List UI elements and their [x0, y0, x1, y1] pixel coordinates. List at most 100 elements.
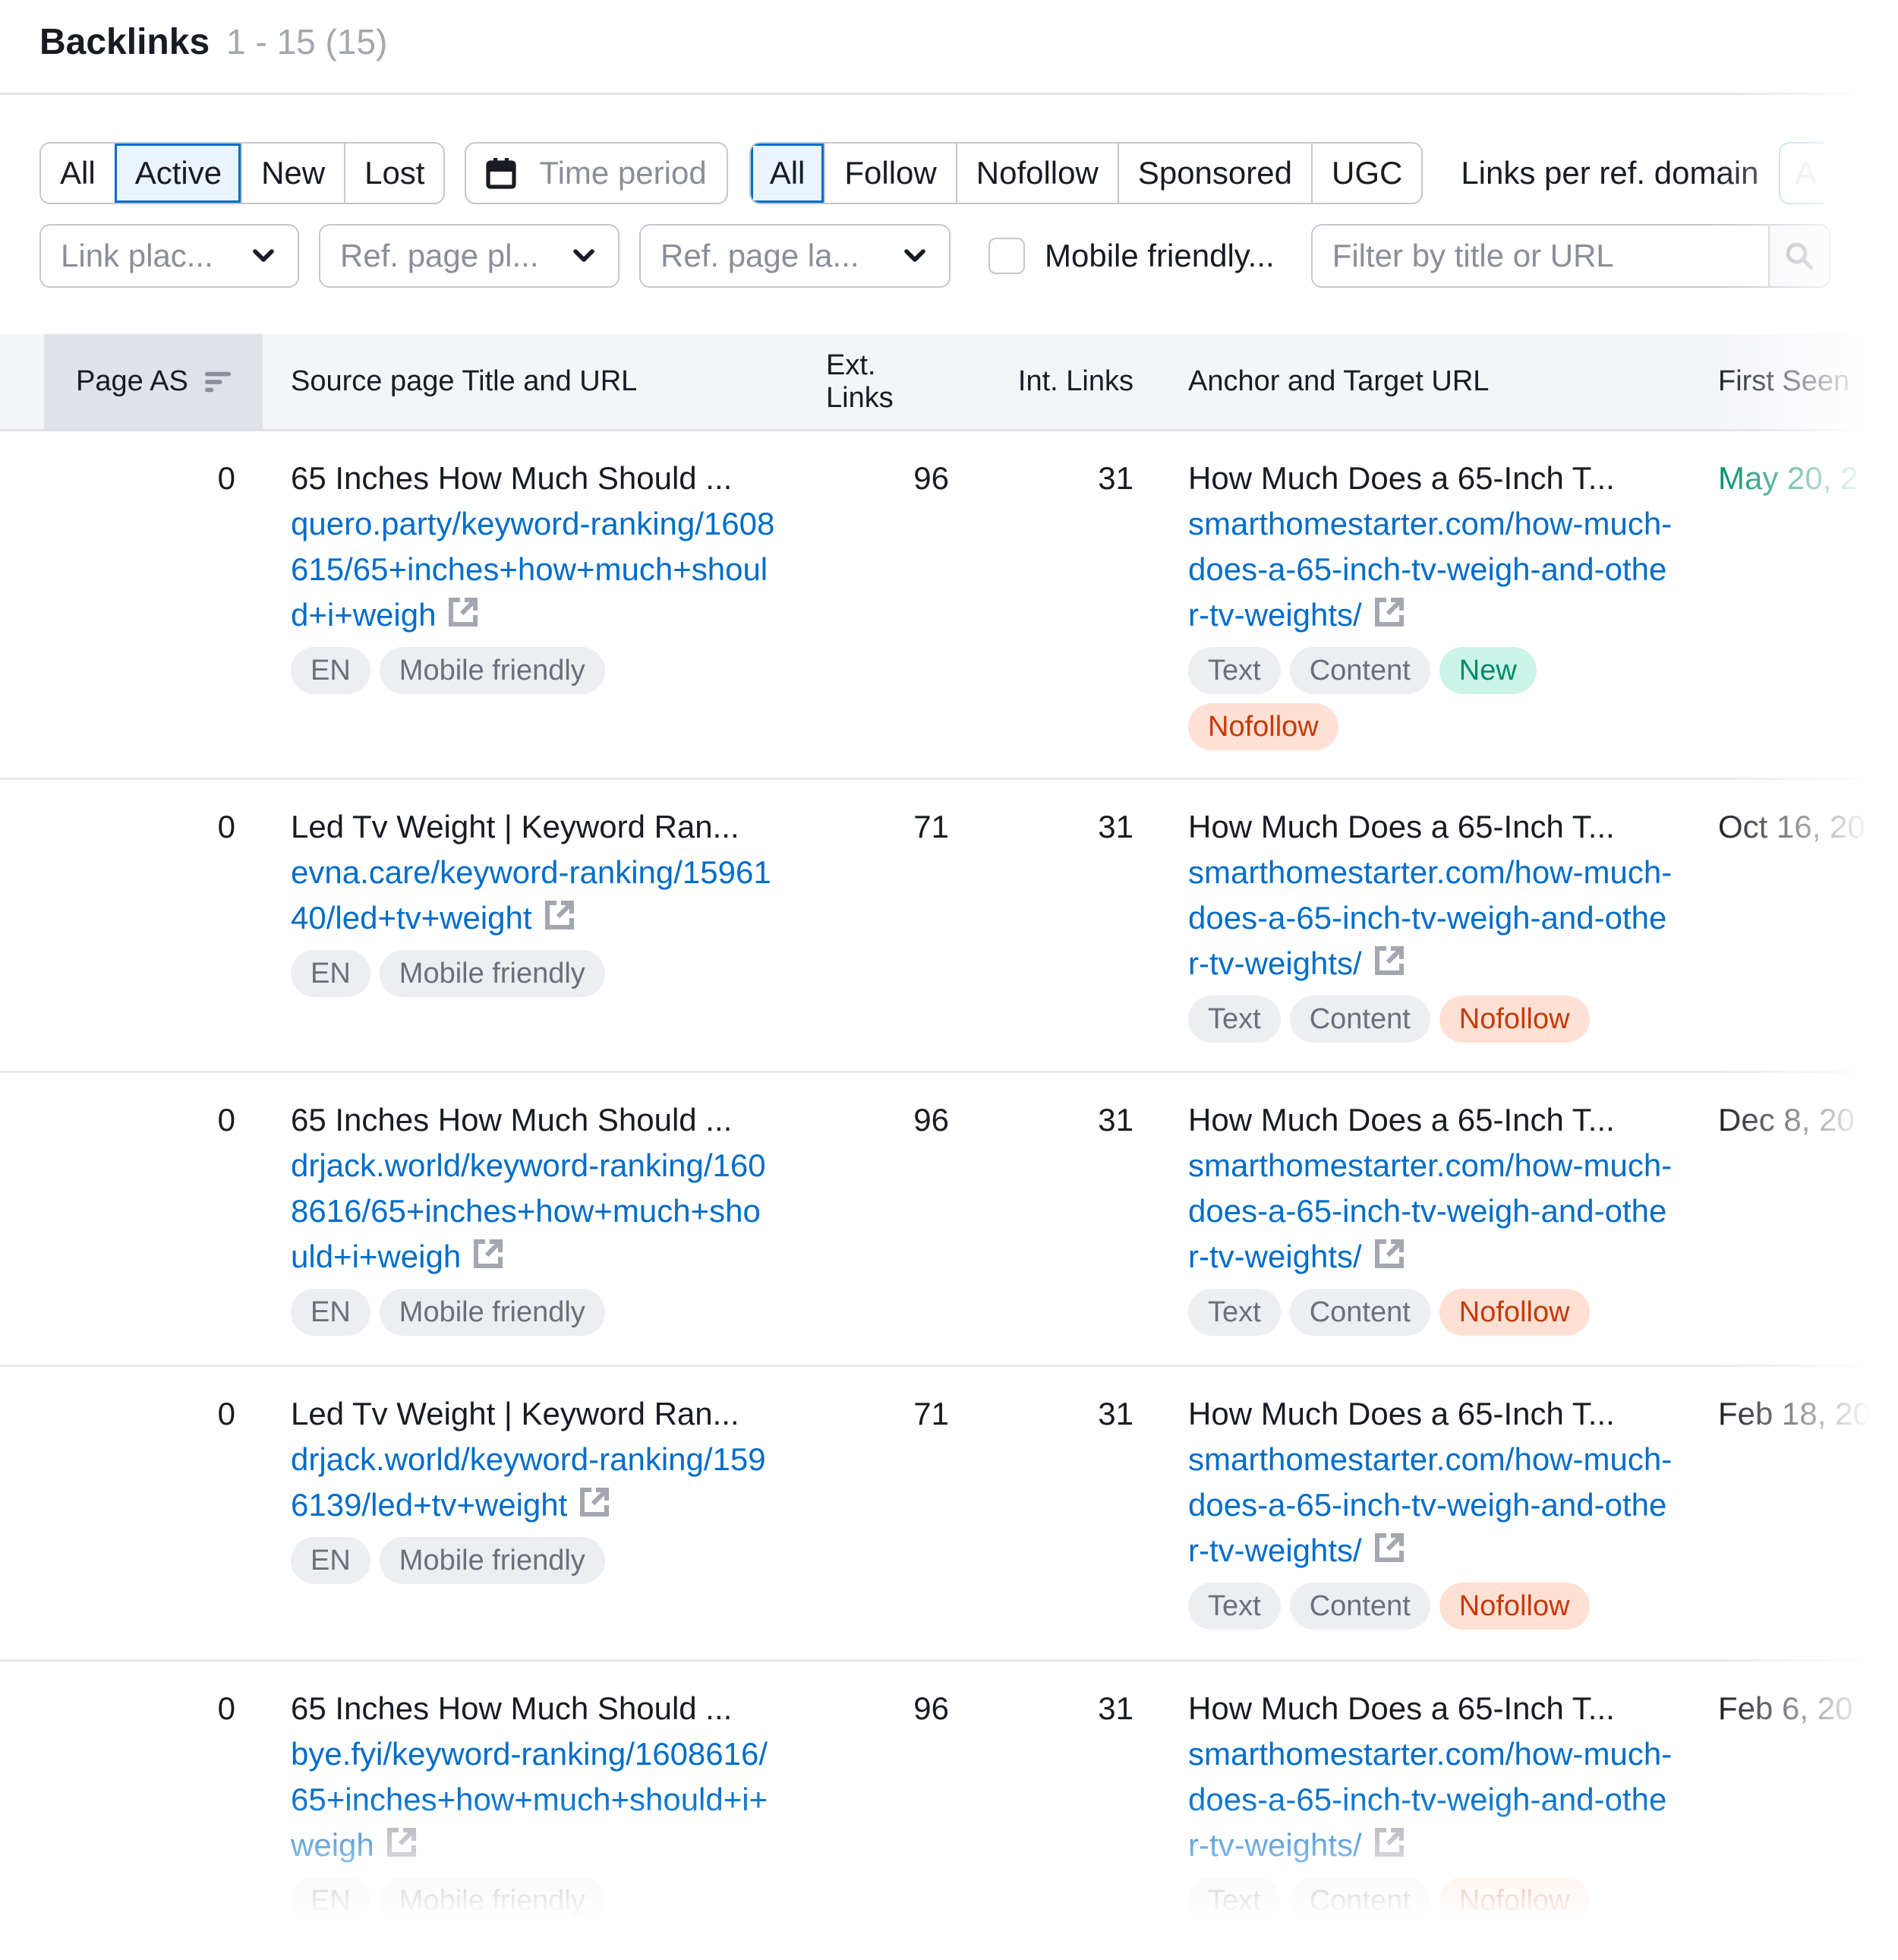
source-tag: Mobile friendly	[379, 950, 605, 997]
column-header-ext-links[interactable]: Ext. Links	[826, 334, 949, 429]
column-header-int-links[interactable]: Int. Links	[987, 334, 1133, 429]
external-link-icon[interactable]	[578, 1485, 611, 1519]
source-cell: 65 Inches How Much Should ... quero.part…	[291, 456, 777, 694]
external-link-icon[interactable]	[385, 1826, 418, 1859]
link-placement-label: Link plac...	[61, 238, 213, 273]
search-icon	[1786, 242, 1814, 270]
type-tab-all[interactable]: All	[750, 144, 824, 203]
source-title: 65 Inches How Much Should ...	[291, 1690, 733, 1726]
source-title: Led Tv Weight | Keyword Ran...	[291, 809, 739, 844]
anchor-cell: How Much Does a 65-Inch T... smarthomest…	[1188, 1391, 1674, 1630]
mobile-friendly-checkbox[interactable]	[988, 238, 1025, 274]
source-tag: Mobile friendly	[379, 647, 605, 694]
table-row: 0 Led Tv Weight | Keyword Ran... drjack.…	[0, 1367, 1898, 1662]
external-link-icon[interactable]	[1373, 944, 1406, 977]
source-url-link[interactable]: evna.care/keyword-ranking/1596140/led+tv…	[291, 854, 771, 936]
anchor-tag-nofollow: Nofollow	[1439, 1877, 1590, 1924]
table-header: Page AS Source page Title and URL Ext. L…	[0, 334, 1898, 431]
source-url-link[interactable]: drjack.world/keyword-ranking/1596139/led…	[291, 1441, 766, 1523]
source-tags: EN Mobile friendly	[291, 1289, 716, 1336]
external-link-icon[interactable]	[1373, 595, 1406, 629]
target-url-link[interactable]: smarthomestarter.com/how-much-does-a-65-…	[1188, 1441, 1672, 1568]
table-row: 0 Led Tv Weight | Keyword Ran... evna.ca…	[0, 780, 1898, 1073]
source-tag: Mobile friendly	[379, 1537, 605, 1584]
column-header-first-seen[interactable]: First Seen	[1718, 334, 1849, 429]
external-link-icon[interactable]	[1373, 1826, 1406, 1859]
chevron-down-icon	[253, 249, 274, 262]
page-as-value: 0	[217, 1690, 235, 1726]
anchor-tags: Text Content Nofollow	[1188, 1583, 1613, 1630]
type-tab-follow[interactable]: Follow	[824, 144, 956, 203]
search-button[interactable]	[1767, 226, 1829, 286]
external-link-icon[interactable]	[1373, 1531, 1406, 1564]
links-per-ref-domain-button[interactable]: A	[1778, 142, 1824, 204]
source-title: 65 Inches How Much Should ...	[291, 1102, 733, 1138]
status-tab-lost[interactable]: Lost	[344, 144, 444, 203]
ref-page-language-label: Ref. page la...	[661, 238, 859, 273]
type-tab-ugc[interactable]: UGC	[1310, 144, 1422, 203]
source-tag: EN	[291, 1289, 370, 1336]
time-period-button[interactable]: Time period	[465, 142, 728, 204]
anchor-tag-nofollow: Nofollow	[1188, 703, 1338, 750]
source-tag: EN	[291, 1537, 370, 1584]
anchor-tag-content: Content	[1289, 1583, 1430, 1630]
source-tags: EN Mobile friendly	[291, 950, 716, 997]
external-link-icon[interactable]	[446, 595, 480, 629]
source-url-link[interactable]: quero.party/keyword-ranking/1608615/65+i…	[291, 506, 774, 633]
anchor-tag-content: Content	[1289, 1877, 1430, 1924]
type-tab-sponsored[interactable]: Sponsored	[1117, 144, 1311, 203]
source-cell: Led Tv Weight | Keyword Ran... evna.care…	[291, 804, 777, 997]
filter-search-input[interactable]	[1312, 226, 1768, 286]
page-as-value: 0	[217, 1396, 235, 1431]
mobile-friendly-filter[interactable]: Mobile friendly...	[988, 238, 1275, 274]
column-header-page-as[interactable]: Page AS	[44, 334, 263, 429]
source-tag: EN	[291, 647, 370, 694]
anchor-tag-text: Text	[1188, 1583, 1281, 1630]
anchor-tags: Text Content Nofollow	[1188, 1877, 1613, 1924]
table-row: 0 65 Inches How Much Should ... bye.fyi/…	[0, 1662, 1898, 1960]
anchor-title: How Much Does a 65-Inch T...	[1188, 1102, 1615, 1138]
sort-descending-icon	[204, 371, 232, 392]
external-link-icon[interactable]	[1373, 1237, 1406, 1270]
link-type-tabs: All Follow Nofollow Sponsored UGC	[749, 142, 1424, 204]
anchor-title: How Much Does a 65-Inch T...	[1188, 460, 1615, 496]
status-tab-active[interactable]: Active	[114, 144, 241, 203]
column-header-source[interactable]: Source page Title and URL	[291, 334, 637, 429]
mobile-friendly-label: Mobile friendly...	[1045, 238, 1275, 273]
first-seen-date: Feb 18, 20	[1718, 1396, 1871, 1431]
anchor-tags: Text Content Nofollow	[1188, 1289, 1613, 1336]
int-links-value: 31	[1098, 460, 1133, 496]
page-as-value: 0	[217, 1102, 235, 1138]
source-cell: Led Tv Weight | Keyword Ran... drjack.wo…	[291, 1391, 777, 1584]
column-header-label: Page AS	[76, 365, 188, 397]
source-url-link[interactable]: drjack.world/keyword-ranking/1608616/65+…	[291, 1147, 766, 1274]
anchor-tag-content: Content	[1289, 996, 1430, 1043]
source-cell: 65 Inches How Much Should ... bye.fyi/ke…	[291, 1686, 777, 1924]
target-url-link[interactable]: smarthomestarter.com/how-much-does-a-65-…	[1188, 1147, 1672, 1274]
anchor-tag-text: Text	[1188, 1289, 1281, 1336]
type-tab-nofollow[interactable]: Nofollow	[955, 144, 1118, 203]
target-url-link[interactable]: smarthomestarter.com/how-much-does-a-65-…	[1188, 506, 1672, 633]
int-links-value: 31	[1098, 1396, 1133, 1431]
target-url-link[interactable]: smarthomestarter.com/how-much-does-a-65-…	[1188, 1736, 1672, 1863]
link-placement-select[interactable]: Link plac...	[39, 224, 299, 288]
external-link-icon[interactable]	[471, 1237, 505, 1270]
external-link-icon[interactable]	[543, 898, 576, 932]
anchor-tag-text: Text	[1188, 996, 1281, 1043]
anchor-cell: How Much Does a 65-Inch T... smarthomest…	[1188, 804, 1674, 1043]
filter-row-secondary: Link plac... Ref. page pl... Ref. page l…	[39, 224, 1830, 288]
anchor-cell: How Much Does a 65-Inch T... smarthomest…	[1188, 456, 1674, 750]
source-tag: EN	[291, 1877, 370, 1924]
page-as-value: 0	[217, 809, 235, 844]
source-url-link[interactable]: bye.fyi/keyword-ranking/1608616/65+inche…	[291, 1736, 768, 1863]
column-header-anchor[interactable]: Anchor and Target URL	[1188, 334, 1489, 429]
target-url-link[interactable]: smarthomestarter.com/how-much-does-a-65-…	[1188, 854, 1672, 981]
anchor-tags: Text Content New Nofollow	[1188, 647, 1613, 750]
results-count: 1 - 15 (15)	[226, 22, 388, 62]
ref-page-language-select[interactable]: Ref. page la...	[639, 224, 951, 288]
anchor-tags: Text Content Nofollow	[1188, 996, 1613, 1043]
int-links-value: 31	[1098, 1690, 1133, 1726]
ref-page-platform-select[interactable]: Ref. page pl...	[319, 224, 620, 288]
status-tab-new[interactable]: New	[241, 144, 345, 203]
status-tab-all[interactable]: All	[41, 144, 115, 203]
